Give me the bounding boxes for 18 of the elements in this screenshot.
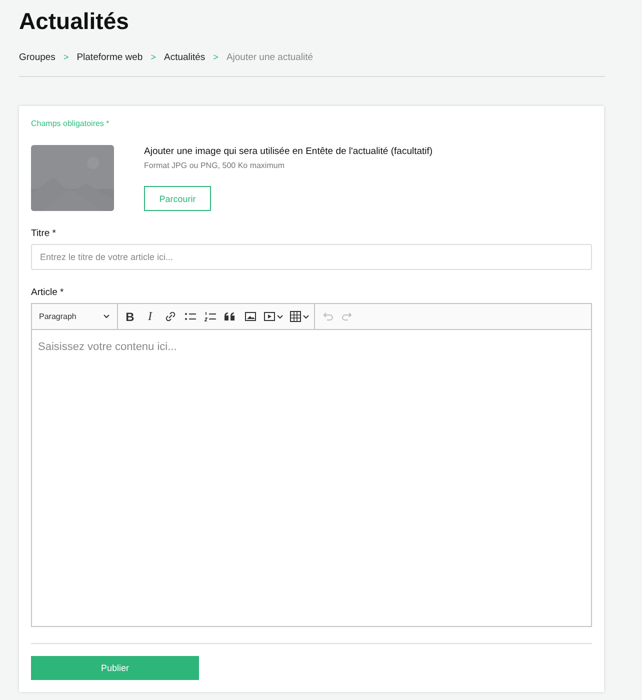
italic-button[interactable]: I: [141, 306, 159, 326]
required-note: Champs obligatoires *: [31, 119, 110, 128]
field-label: Titre *: [31, 228, 57, 239]
image-instructions: Ajouter une image qui sera utilisée en Entête de l'actualité (facultatif): [144, 146, 433, 157]
breadcrumb-separator: >: [213, 52, 218, 62]
bold-button[interactable]: B: [121, 306, 139, 326]
field-label: Article *: [31, 287, 65, 298]
breadcrumb-current: Ajouter une actualité: [226, 52, 314, 62]
breadcrumb-separator: >: [63, 52, 69, 62]
article-input[interactable]: Saisissez votre contenu ici...: [31, 329, 592, 627]
breadcrumb-link[interactable]: Plateforme web: [76, 52, 143, 62]
breadcrumb-separator: >: [150, 52, 156, 62]
page-title: Actualités: [19, 7, 130, 36]
breadcrumb-link[interactable]: Actualités: [164, 52, 206, 62]
title-input[interactable]: Entrez le titre de votre article ici...: [31, 244, 592, 270]
breadcrumb-link[interactable]: Groupes: [19, 52, 56, 62]
image-format-hint: Format JPG ou PNG, 500 Ko maximum: [144, 161, 284, 170]
caret-icon: [103, 314, 110, 319]
